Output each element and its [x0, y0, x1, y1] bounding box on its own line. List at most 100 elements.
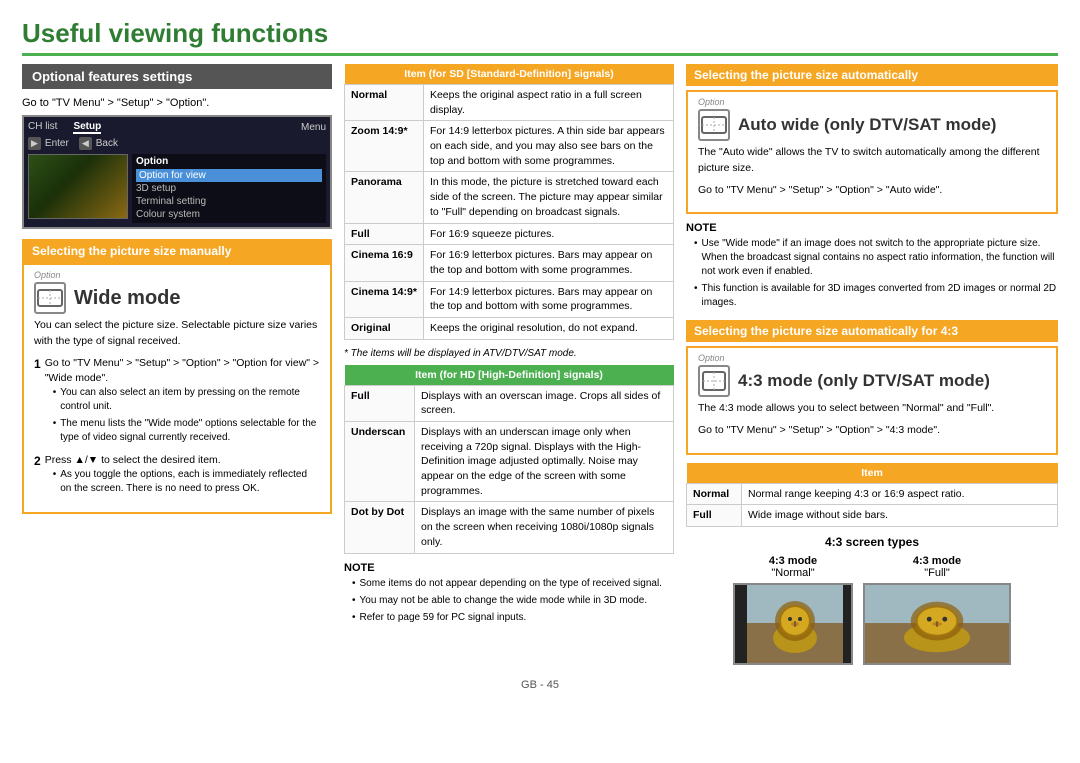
four3-table: Item Normal Normal range keeping 4:3 or …	[686, 463, 1058, 527]
step-2-bullets: As you toggle the options, each is immed…	[45, 468, 320, 496]
screen-type-normal: 4:3 mode "Normal"	[733, 555, 853, 665]
four3-label-1: Full	[687, 505, 742, 527]
screen-type-full: 4:3 mode "Full"	[863, 555, 1011, 665]
wide-mode-box: Option Wide mode You can select the pict…	[22, 263, 332, 514]
table-row: Panorama In this mode, the picture is st…	[345, 172, 674, 223]
sd-label-3: Full	[345, 223, 424, 245]
step-2-text: Press ▲/▼ to select the desired item.	[45, 454, 221, 466]
right-note-bullet-1: This function is available for 3D images…	[694, 282, 1058, 310]
sd-label-2: Panorama	[345, 172, 424, 223]
four3-desc-0: Normal range keeping 4:3 or 16:9 aspect …	[742, 483, 1058, 505]
tv-nav-back-label: Back	[96, 138, 118, 149]
tv-option-label: Option	[136, 156, 322, 167]
auto-wide-box: Option Auto wide (only DTV/SAT mode) The…	[686, 90, 1058, 214]
table-row: Cinema 16:9 For 16:9 letterbox pictures.…	[345, 245, 674, 281]
hd-desc-2: Displays an image with the same number o…	[415, 502, 674, 553]
screen-type-normal-bottom: "Normal"	[733, 567, 853, 579]
sd-label-0: Normal	[345, 85, 424, 121]
sd-label-6: Original	[345, 317, 424, 339]
four3-title: 4:3 mode (only DTV/SAT mode)	[738, 371, 990, 391]
mid-note-bullet-2: Refer to page 59 for PC signal inputs.	[352, 611, 674, 625]
table-row: Zoom 14:9* For 14:9 letterbox pictures. …	[345, 121, 674, 172]
sd-label-4: Cinema 16:9	[345, 245, 424, 281]
table-row: Underscan Displays with an underscan ima…	[345, 422, 674, 502]
tv-menu-label: Menu	[301, 122, 326, 133]
four3-body2: Go to "TV Menu" > "Setup" > "Option" > "…	[698, 423, 1046, 439]
hd-table: Item (for HD [High-Definition] signals) …	[344, 365, 674, 554]
tv-option-item-2[interactable]: Terminal setting	[136, 195, 322, 208]
table-row: Original Keeps the original resolution, …	[345, 317, 674, 339]
four3-table-heading: Item	[687, 463, 1058, 484]
mid-column: Item (for SD [Standard-Definition] signa…	[344, 64, 674, 665]
four3-desc-1: Wide image without side bars.	[742, 505, 1058, 527]
auto-wide-body2: Go to "TV Menu" > "Setup" > "Option" > "…	[698, 183, 1046, 199]
step-1-text: Go to "TV Menu" > "Setup" > "Option" > "…	[45, 357, 319, 384]
step-1-num: 1	[34, 356, 41, 448]
screen-types-images: 4:3 mode "Normal"	[686, 555, 1058, 665]
wide-mode-title: Wide mode	[74, 287, 181, 310]
table-row: Normal Keeps the original aspect ratio i…	[345, 85, 674, 121]
four3-heading: Selecting the picture size automatically…	[686, 320, 1058, 342]
step-2-bullet-0: As you toggle the options, each is immed…	[53, 468, 320, 496]
table-row: Dot by Dot Displays an image with the sa…	[345, 502, 674, 553]
hd-desc-0: Displays with an overscan image. Crops a…	[415, 385, 674, 421]
sd-desc-3: For 16:9 squeeze pictures.	[423, 223, 673, 245]
lion-image-normal	[733, 583, 853, 665]
sd-desc-5: For 14:9 letterbox pictures. Bars may ap…	[423, 281, 673, 317]
left-column: Optional features settings Go to "TV Men…	[22, 64, 332, 665]
option-tag-auto-wide: Option	[698, 97, 1046, 107]
mid-note-bullets: Some items do not appear depending on th…	[344, 577, 674, 625]
tv-option-item-3[interactable]: Colour system	[136, 208, 322, 221]
sd-table: Item (for SD [Standard-Definition] signa…	[344, 64, 674, 340]
tv-nav-enter: ▶	[28, 137, 41, 150]
tv-nav-enter-label: Enter	[45, 138, 69, 149]
page-footer: GB - 45	[22, 679, 1058, 691]
step-1-bullet-1: The menu lists the "Wide mode" options s…	[53, 417, 320, 445]
sd-label-5: Cinema 14:9*	[345, 281, 424, 317]
table-row: Cinema 14:9* For 14:9 letterbox pictures…	[345, 281, 674, 317]
step-2-num: 2	[34, 453, 41, 499]
mid-note-title: NOTE	[344, 562, 674, 574]
option-tag-wide: Option	[34, 270, 61, 280]
tv-option-item-1[interactable]: 3D setup	[136, 182, 322, 195]
four3-label-0: Normal	[687, 483, 742, 505]
tv-menu-setup: Setup	[73, 121, 101, 134]
sd-desc-4: For 16:9 letterbox pictures. Bars may ap…	[423, 245, 673, 281]
page-title: Useful viewing functions	[22, 18, 1058, 56]
wide-mode-steps: 1 Go to "TV Menu" > "Setup" > "Option" >…	[34, 356, 320, 500]
sd-desc-6: Keeps the original resolution, do not ex…	[423, 317, 673, 339]
tv-menu-preview-image	[28, 154, 128, 219]
table-row: Full Displays with an overscan image. Cr…	[345, 385, 674, 421]
step-1-bullets: You can also select an item by pressing …	[45, 386, 320, 445]
hd-label-2: Dot by Dot	[345, 502, 415, 553]
screen-type-full-bottom: "Full"	[863, 567, 1011, 579]
go-to-text: Go to "TV Menu" > "Setup" > "Option".	[22, 97, 332, 109]
auto-wide-icon	[698, 109, 730, 141]
screen-type-normal-top: 4:3 mode	[733, 555, 853, 567]
option-tag-four3: Option	[698, 353, 1046, 363]
right-column: Selecting the picture size automatically…	[686, 64, 1058, 665]
tv-nav-back: ◀	[79, 137, 92, 150]
screen-type-full-top: 4:3 mode	[863, 555, 1011, 567]
right-note-bullets: Use "Wide mode" if an image does not swi…	[686, 237, 1058, 310]
sd-desc-0: Keeps the original aspect ratio in a ful…	[423, 85, 673, 121]
sd-desc-2: In this mode, the picture is stretched t…	[423, 172, 673, 223]
lion-image-full	[863, 583, 1011, 665]
tv-menu-chlist: CH list	[28, 121, 57, 134]
sd-table-heading: Item (for SD [Standard-Definition] signa…	[345, 64, 674, 85]
table-row: Full Wide image without side bars.	[687, 505, 1058, 527]
table-row: Normal Normal range keeping 4:3 or 16:9 …	[687, 483, 1058, 505]
wide-mode-icon	[34, 282, 66, 314]
auto-wide-heading: Selecting the picture size automatically	[686, 64, 1058, 86]
right-note-title: NOTE	[686, 222, 1058, 234]
four3-icon	[698, 365, 730, 397]
sd-label-1: Zoom 14:9*	[345, 121, 424, 172]
tv-menu-mockup: CH list Setup Menu ▶ Enter ◀ Back Option…	[22, 115, 332, 229]
hd-label-1: Underscan	[345, 422, 415, 502]
sd-desc-1: For 14:9 letterbox pictures. A thin side…	[423, 121, 673, 172]
mid-note-bullet-1: You may not be able to change the wide m…	[352, 594, 674, 608]
four3-body1: The 4:3 mode allows you to select betwee…	[698, 401, 1046, 417]
opt-features-heading: Optional features settings	[22, 64, 332, 89]
tv-option-item-0[interactable]: Option for view	[136, 169, 322, 182]
screen-types-heading: 4:3 screen types	[686, 535, 1058, 549]
